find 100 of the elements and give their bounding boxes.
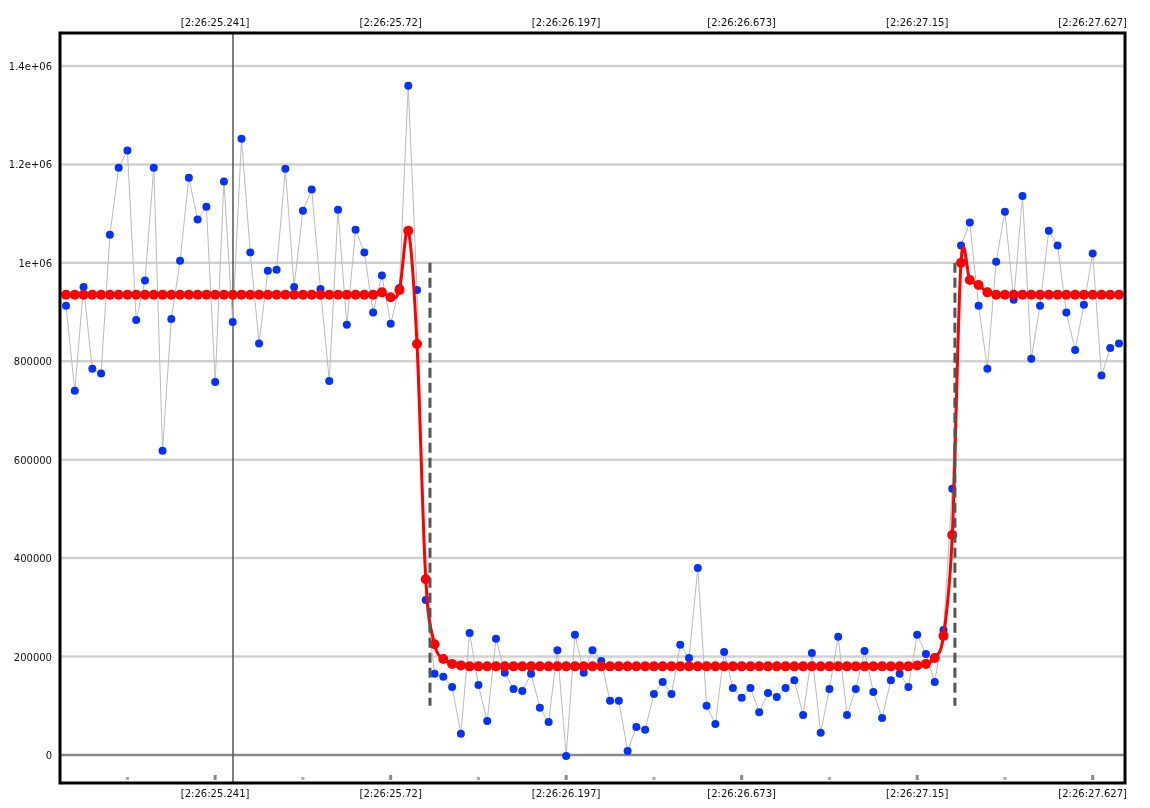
data-point [561, 661, 572, 672]
data-point [403, 225, 414, 236]
data-point [289, 289, 300, 300]
data-point [201, 289, 212, 300]
data-point [1008, 289, 1019, 300]
data-point [596, 661, 607, 672]
data-point [613, 661, 624, 672]
data-point [368, 289, 379, 300]
data-point [148, 289, 159, 300]
data-point [1035, 289, 1046, 300]
data-point [166, 289, 177, 300]
data-point [455, 660, 466, 671]
data-point [438, 654, 449, 664]
y-tick-label: 200000 [13, 651, 52, 663]
data-point [956, 257, 967, 268]
data-point [306, 289, 317, 300]
data-point [210, 289, 221, 300]
data-point [517, 661, 528, 672]
data-point [657, 661, 668, 672]
data-point [482, 661, 493, 672]
data-point [745, 661, 756, 672]
data-point [157, 289, 168, 300]
data-point [1114, 289, 1124, 300]
data-point [947, 529, 958, 540]
y-tick-label: 600000 [13, 454, 52, 466]
data-point [61, 289, 71, 300]
data-point [850, 661, 861, 672]
data-point [122, 289, 133, 300]
data-point [903, 661, 914, 672]
data-point [297, 289, 308, 300]
data-point [859, 661, 870, 672]
data-point [1070, 289, 1081, 300]
data-point [885, 661, 896, 672]
y-tick-label: 0 [45, 749, 52, 761]
y-tick-label: 1.4e+06 [8, 60, 52, 72]
data-point [1105, 289, 1116, 300]
x-tick-label: [2:26:26.197] [531, 17, 601, 28]
x-tick-label: [2:26:25.241] [180, 17, 250, 28]
data-point [526, 661, 537, 672]
data-point [254, 289, 265, 300]
data-point [1061, 289, 1072, 300]
x-tick-label: [2:26:26.673] [707, 17, 776, 28]
data-point [1026, 289, 1037, 300]
data-point [824, 661, 835, 672]
data-point [569, 661, 580, 672]
y-tick-label: 400000 [13, 553, 52, 565]
data-point [1043, 289, 1054, 300]
data-point [543, 661, 554, 672]
data-point [894, 661, 905, 672]
data-point [806, 661, 817, 672]
data-point [262, 289, 273, 300]
x-tick-label: [2:26:26.673] [707, 788, 776, 799]
data-point [754, 661, 765, 672]
data-point [605, 661, 616, 672]
data-point [412, 339, 422, 349]
data-point [140, 289, 150, 300]
data-point [104, 289, 115, 300]
data-point [991, 289, 1002, 300]
data-point [684, 661, 695, 672]
y-tick-label: 1.2e+06 [8, 159, 52, 171]
data-point [631, 661, 642, 672]
data-point [1087, 289, 1098, 300]
data-point [982, 287, 993, 298]
data-point [833, 661, 844, 672]
data-point [333, 289, 344, 300]
data-point [218, 289, 229, 300]
x-tick-label: [2:26:25.241] [180, 788, 250, 799]
data-point [447, 658, 458, 669]
data-point [192, 289, 203, 300]
x-tick-label: [2:26:25.72] [359, 788, 422, 799]
data-point [877, 661, 888, 672]
data-point [69, 289, 80, 300]
data-point [236, 289, 247, 300]
data-point [675, 661, 686, 672]
data-point [920, 658, 931, 669]
data-point [842, 661, 852, 672]
data-point [420, 574, 431, 585]
data-point [736, 661, 747, 672]
data-point [175, 289, 186, 300]
data-point [648, 661, 659, 672]
data-point [710, 661, 721, 672]
data-point [815, 661, 826, 672]
data-point [587, 661, 598, 672]
data-point [692, 661, 703, 672]
data-point [183, 289, 194, 300]
data-point [1078, 289, 1089, 300]
data-point [1096, 289, 1107, 300]
data-point [1017, 289, 1028, 300]
cursor-line[interactable] [232, 32, 234, 784]
data-point [780, 661, 791, 672]
data-point [552, 661, 563, 672]
data-point [245, 289, 256, 300]
data-point [96, 289, 107, 300]
data-point [701, 661, 712, 672]
data-point [350, 289, 361, 300]
data-point [640, 661, 651, 672]
data-point [727, 661, 738, 672]
x-tick-label: [2:26:27.627] [1058, 17, 1127, 28]
data-point [131, 289, 142, 300]
data-point [912, 660, 923, 671]
